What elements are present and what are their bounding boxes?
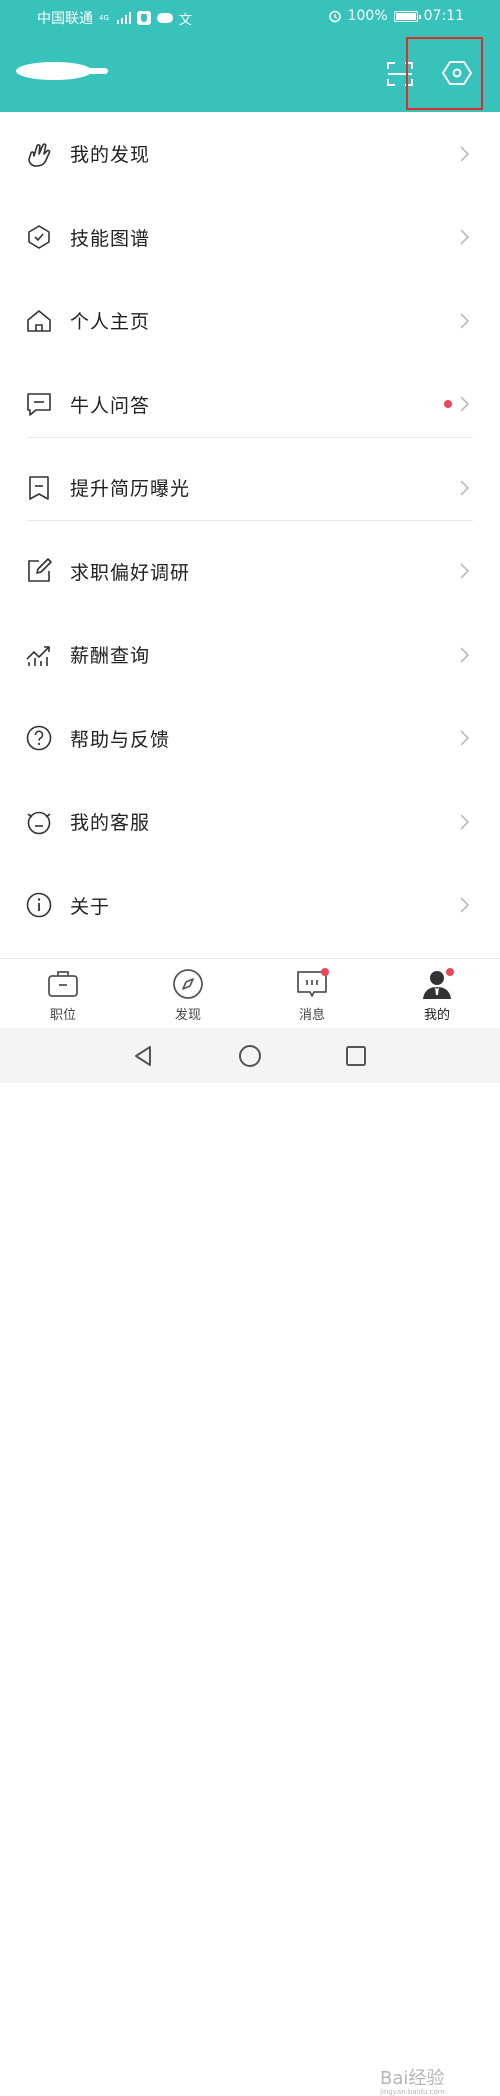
- menu-item-customer-service[interactable]: 我的客服: [0, 780, 500, 864]
- compass-icon: [173, 969, 203, 999]
- highlight-box: [406, 37, 483, 110]
- watermark-text: Bai经验: [380, 2068, 445, 2089]
- menu-item-homepage[interactable]: 个人主页: [0, 279, 500, 363]
- home-icon: [27, 309, 51, 332]
- briefcase-icon: [48, 971, 78, 997]
- chevron-right-icon: [460, 897, 470, 913]
- edit-icon: [28, 558, 52, 583]
- menu-item-label: 个人主页: [70, 311, 151, 334]
- tab-jobs[interactable]: 职位: [23, 959, 103, 1029]
- tab-discover[interactable]: 发现: [148, 959, 228, 1029]
- header-bar: 中国联通 4G 文 100% 07:11: [0, 0, 500, 112]
- chevron-right-icon: [460, 730, 470, 746]
- tab-label: 发现: [174, 1008, 201, 1023]
- status-bar: 中国联通 4G 文 100% 07:11: [0, 0, 500, 34]
- section-divider: [27, 520, 473, 521]
- section-divider: [27, 437, 473, 438]
- bottom-tab-bar: 职位 发现 消息 我的: [0, 958, 500, 1029]
- menu-item-label: 技能图谱: [70, 227, 151, 250]
- menu-item-qa[interactable]: 牛人问答: [0, 363, 500, 447]
- chevron-right-icon: [460, 229, 470, 245]
- tab-label: 我的: [423, 1008, 450, 1023]
- trend-chart-icon: [26, 645, 50, 666]
- menu-item-label: 我的发现: [70, 144, 151, 167]
- menu-item-discoveries[interactable]: 我的发现: [0, 112, 500, 196]
- battery-icon: [393, 10, 421, 22]
- clock-time: 07:11: [423, 8, 464, 24]
- chevron-right-icon: [460, 814, 470, 830]
- chevron-right-icon: [460, 146, 470, 162]
- menu-list: 我的发现 技能图谱 个人主页 牛人问答 提升简历曝光 求职偏好调研 薪酬查询 帮…: [0, 112, 500, 947]
- menu-item-about[interactable]: 关于: [0, 864, 500, 948]
- carrier-label: 中国联通: [37, 11, 93, 27]
- tab-messages[interactable]: 消息: [272, 959, 352, 1029]
- info-icon: [26, 892, 52, 918]
- translate-icon: 文: [178, 12, 192, 28]
- menu-item-label: 提升简历曝光: [70, 478, 191, 501]
- cloud-icon: [156, 13, 173, 23]
- baidu-watermark: Bai经验 jingyan.baidu.com: [380, 2064, 445, 2096]
- menu-item-job-preference[interactable]: 求职偏好调研: [0, 530, 500, 614]
- recents-square-icon[interactable]: [344, 1044, 368, 1068]
- question-icon: [26, 725, 52, 751]
- tab-label: 职位: [49, 1008, 76, 1023]
- network-type: 4G: [99, 13, 109, 22]
- chevron-right-icon: [460, 313, 470, 329]
- menu-item-skill-map[interactable]: 技能图谱: [0, 196, 500, 280]
- menu-item-label: 我的客服: [70, 812, 151, 835]
- menu-item-label: 薪酬查询: [70, 645, 151, 668]
- shield-app-icon: [136, 11, 151, 25]
- menu-item-help-feedback[interactable]: 帮助与反馈: [0, 697, 500, 781]
- chevron-right-icon: [460, 396, 470, 412]
- alarm-icon: [328, 10, 341, 23]
- battery-percent: 100%: [347, 8, 388, 24]
- back-triangle-icon[interactable]: [131, 1044, 155, 1068]
- menu-item-label: 求职偏好调研: [70, 561, 191, 584]
- chevron-right-icon: [460, 563, 470, 579]
- chevron-right-icon: [460, 480, 470, 496]
- home-circle-icon[interactable]: [238, 1044, 262, 1068]
- blurred-username: [16, 62, 108, 80]
- bookmark-icon: [29, 475, 49, 500]
- watermark-url: jingyan.baidu.com: [380, 2088, 445, 2096]
- menu-item-salary-query[interactable]: 薪酬查询: [0, 613, 500, 697]
- signal-icon: [116, 12, 131, 24]
- menu-item-label: 关于: [70, 895, 111, 918]
- chevron-right-icon: [460, 647, 470, 663]
- tab-label: 消息: [298, 1008, 325, 1023]
- menu-item-label: 帮助与反馈: [70, 728, 171, 751]
- shield-check-icon: [28, 225, 50, 250]
- system-nav-bar: Bai经验 jingyan.baidu.com: [0, 1028, 500, 2096]
- menu-item-label: 牛人问答: [70, 394, 151, 417]
- notification-dot: [446, 968, 454, 976]
- notification-dot: [321, 968, 329, 976]
- menu-item-resume-exposure[interactable]: 提升简历曝光: [0, 446, 500, 530]
- chat-icon: [27, 393, 51, 417]
- notification-dot: [444, 400, 452, 409]
- service-face-icon: [27, 811, 51, 835]
- finger-heart-icon: [28, 143, 51, 167]
- tab-me[interactable]: 我的: [397, 959, 477, 1029]
